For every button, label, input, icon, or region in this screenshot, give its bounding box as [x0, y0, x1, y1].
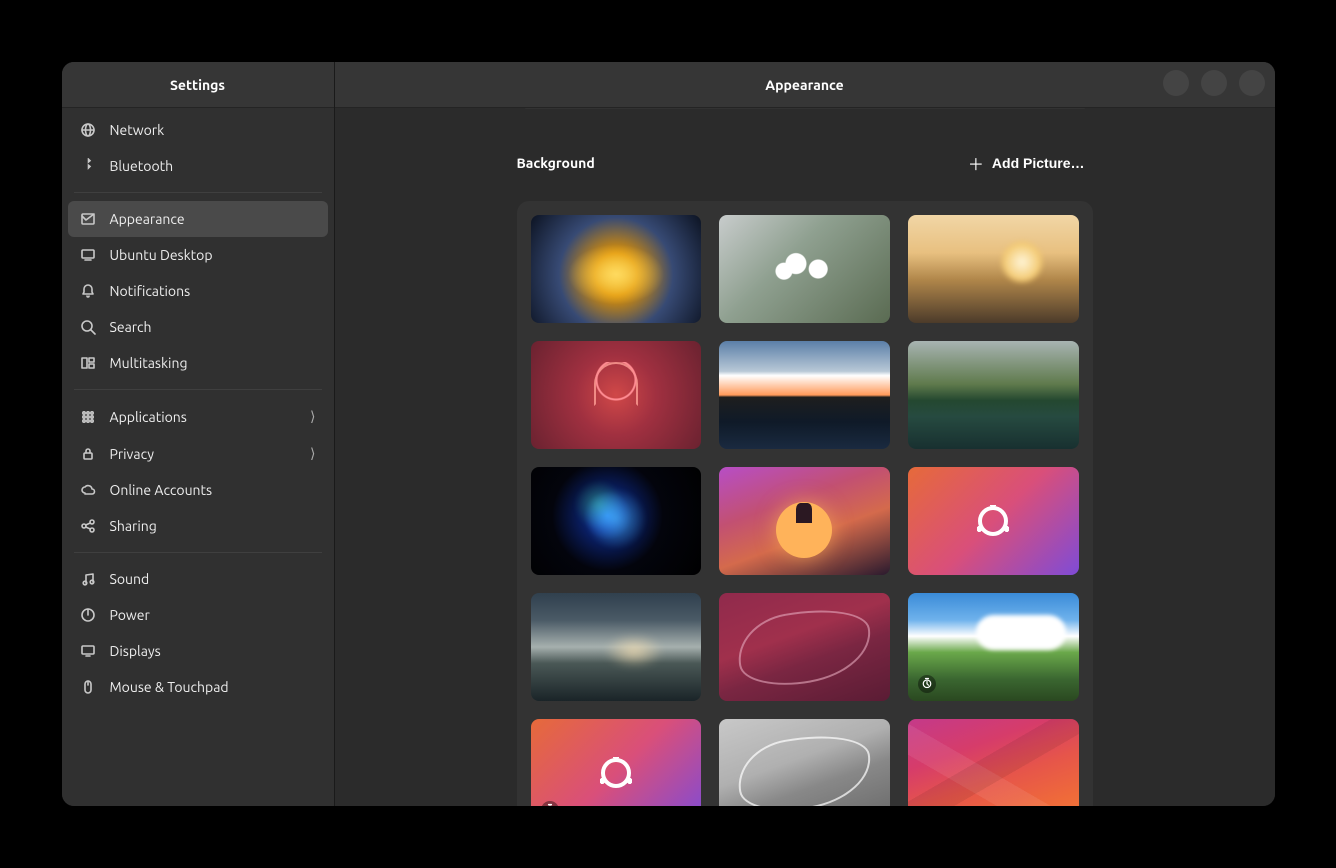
wallpaper-thumbnail[interactable]	[531, 467, 702, 575]
sidebar-item-label: Sound	[110, 571, 150, 587]
sidebar-item-online-accounts[interactable]: Online Accounts	[68, 472, 328, 508]
sidebar-item-label: Applications	[110, 409, 187, 425]
sidebar-item-sharing[interactable]: Sharing	[68, 508, 328, 544]
sidebar-item-label: Privacy	[110, 446, 154, 462]
sidebar: Settings Network Bluetooth Appearance Ubunt…	[62, 62, 335, 806]
sidebar-item-bluetooth[interactable]: Bluetooth	[68, 148, 328, 184]
sidebar-separator	[74, 552, 322, 553]
wallpaper-thumbnail[interactable]	[719, 593, 890, 701]
sidebar-item-label: Bluetooth	[110, 158, 174, 174]
wallpaper-thumbnail[interactable]	[719, 719, 890, 806]
sidebar-item-label: Ubuntu Desktop	[110, 247, 213, 263]
sidebar-item-label: Power	[110, 607, 150, 623]
chevron-right-icon: ⟩	[310, 408, 315, 425]
sidebar-item-network[interactable]: Network	[68, 112, 328, 148]
background-section-title: Background	[517, 155, 595, 171]
wallpaper-thumbnail[interactable]	[908, 215, 1079, 323]
lock-icon	[80, 446, 96, 462]
wallpaper-thumbnail[interactable]	[531, 593, 702, 701]
wallpaper-thumbnail[interactable]	[908, 593, 1079, 701]
sidebar-item-label: Mouse & Touchpad	[110, 679, 229, 695]
sidebar-item-applications[interactable]: Applications ⟩	[68, 398, 328, 435]
main-area: Appearance	[335, 62, 1275, 806]
wallpaper-thumbnail[interactable]	[908, 467, 1079, 575]
wallpaper-thumbnail[interactable]	[719, 215, 890, 323]
time-of-day-badge	[918, 675, 936, 693]
desktop-icon	[80, 247, 96, 263]
wallpaper-thumbnail[interactable]	[908, 719, 1079, 806]
minimize-button[interactable]	[1163, 70, 1189, 96]
main-body: Background ＋ Add Picture…	[335, 108, 1275, 806]
sidebar-item-privacy[interactable]: Privacy ⟩	[68, 435, 328, 472]
globe-icon	[80, 122, 96, 138]
sidebar-item-ubuntu-desktop[interactable]: Ubuntu Desktop	[68, 237, 328, 273]
sidebar-item-label: Sharing	[110, 518, 157, 534]
window-controls	[1163, 70, 1265, 96]
wallpaper-grid	[517, 201, 1093, 806]
wallpaper-thumbnail[interactable]	[719, 467, 890, 575]
sidebar-list: Network Bluetooth Appearance Ubuntu Desktop…	[62, 108, 334, 806]
sidebar-item-appearance[interactable]: Appearance	[68, 201, 328, 237]
sidebar-item-power[interactable]: Power	[68, 597, 328, 633]
multitasking-icon	[80, 355, 96, 371]
wallpaper-thumbnail[interactable]	[908, 341, 1079, 449]
hamburger-menu-button[interactable]	[296, 72, 322, 98]
wallpaper-thumbnail[interactable]	[531, 719, 702, 806]
sidebar-item-label: Multitasking	[110, 355, 188, 371]
add-picture-button[interactable]: ＋ Add Picture…	[960, 145, 1093, 181]
power-icon	[80, 607, 96, 623]
sidebar-item-label: Displays	[110, 643, 161, 659]
music-icon	[80, 571, 96, 587]
clock-icon	[544, 801, 556, 806]
cloud-icon	[80, 482, 96, 498]
search-button[interactable]	[74, 72, 100, 98]
sidebar-item-label: Appearance	[110, 211, 185, 227]
sidebar-item-notifications[interactable]: Notifications	[68, 273, 328, 309]
bell-icon	[80, 283, 96, 299]
sidebar-item-multitasking[interactable]: Multitasking	[68, 345, 328, 381]
sidebar-item-label: Network	[110, 122, 165, 138]
mouse-icon	[80, 679, 96, 695]
sidebar-separator	[74, 192, 322, 193]
search-icon	[80, 319, 96, 335]
wallpaper-thumbnail[interactable]	[531, 215, 702, 323]
clock-icon	[921, 675, 933, 693]
main-header: Appearance	[335, 62, 1275, 108]
sidebar-item-label: Online Accounts	[110, 482, 213, 498]
display-icon	[80, 643, 96, 659]
sidebar-item-search[interactable]: Search	[68, 309, 328, 345]
chevron-right-icon: ⟩	[310, 445, 315, 462]
maximize-button[interactable]	[1201, 70, 1227, 96]
sidebar-header: Settings	[62, 62, 334, 108]
time-of-day-badge	[541, 801, 559, 806]
apps-icon	[80, 409, 96, 425]
sidebar-item-label: Notifications	[110, 283, 191, 299]
wallpaper-thumbnail[interactable]	[531, 341, 702, 449]
background-section-header: Background ＋ Add Picture…	[517, 145, 1093, 181]
sidebar-separator	[74, 389, 322, 390]
appearance-icon	[80, 211, 96, 227]
sidebar-item-sound[interactable]: Sound	[68, 561, 328, 597]
plus-icon: ＋	[968, 151, 984, 175]
add-picture-label: Add Picture…	[992, 155, 1085, 171]
bluetooth-icon	[80, 158, 96, 174]
sidebar-title: Settings	[100, 77, 296, 93]
sidebar-item-label: Search	[110, 319, 152, 335]
close-button[interactable]	[1239, 70, 1265, 96]
sidebar-item-mouse-touchpad[interactable]: Mouse & Touchpad	[68, 669, 328, 705]
top-divider	[525, 108, 1085, 109]
settings-window: Settings Network Bluetooth Appearance Ubunt…	[62, 62, 1275, 806]
share-icon	[80, 518, 96, 534]
page-title: Appearance	[765, 77, 843, 93]
sidebar-item-displays[interactable]: Displays	[68, 633, 328, 669]
wallpaper-thumbnail[interactable]	[719, 341, 890, 449]
